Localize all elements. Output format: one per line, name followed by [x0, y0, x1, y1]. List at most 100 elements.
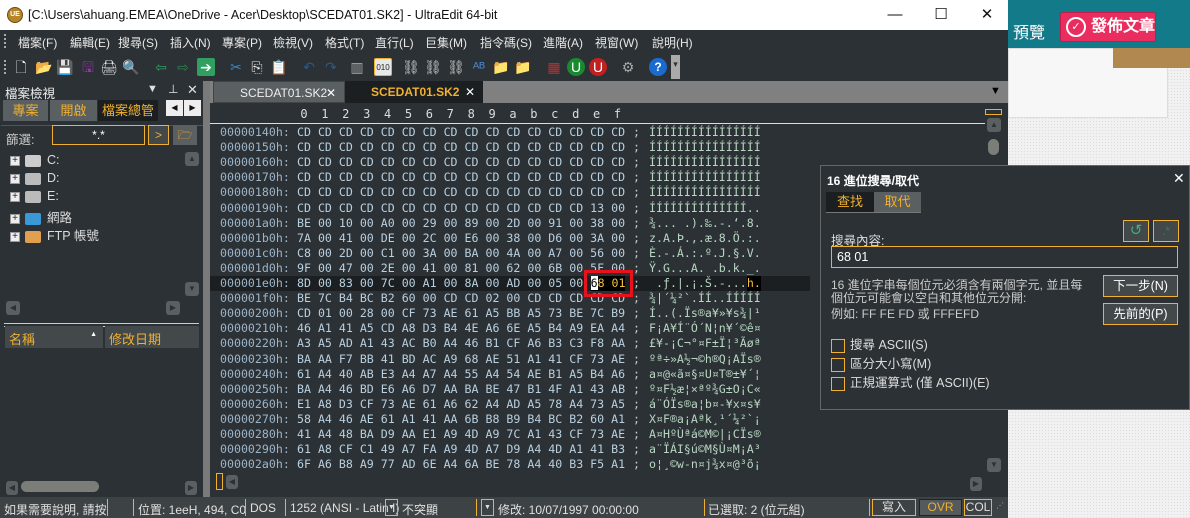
list-scroll-left[interactable]: ◀: [6, 481, 18, 495]
row-ascii[interactable]: ÍÍÍÍÍÍÍÍÍÍÍÍÍÍÍÍ: [649, 155, 761, 170]
hex-row[interactable]: 000001c0h: C8 00 2D 00 C1 00 3A 00 BA 00 …: [210, 246, 810, 261]
menu-item[interactable]: 編輯(E): [70, 34, 110, 51]
hscroll-right[interactable]: ▶: [970, 477, 982, 491]
row-hex-bytes[interactable]: BA AA F7 BB 41 BD AC A9 68 AE 51 A1 41 C…: [297, 352, 625, 367]
hex-row[interactable]: 00000210h: 46 A1 41 A5 CD A8 D3 B4 4E A6 …: [210, 321, 810, 336]
write-mode-button[interactable]: 寫入: [872, 499, 916, 516]
close-button[interactable]: ✕: [964, 0, 1010, 30]
row-hex-bytes[interactable]: 46 A1 41 A5 CD A8 D3 B4 4E A6 6E A5 B4 A…: [297, 321, 625, 336]
dialog-close-icon[interactable]: ✕: [1173, 170, 1185, 187]
row-ascii[interactable]: ¾|´¼²`.ÍÍ..ÍÍÍÍÍ: [649, 291, 761, 306]
hex-row[interactable]: 000002a0h: 6F A6 B8 A9 77 AD 6E A4 6A BE …: [210, 457, 810, 470]
tab-find[interactable]: 查找: [826, 192, 874, 212]
regex-icon[interactable]: .*: [1153, 220, 1179, 242]
menu-item[interactable]: 指令碼(S): [480, 34, 532, 51]
replace-in-files-icon[interactable]: 📁: [514, 58, 532, 76]
menu-item[interactable]: 巨集(M): [425, 34, 467, 51]
uf-icon[interactable]: U: [567, 58, 585, 76]
find-next-button[interactable]: 下一步(N): [1103, 275, 1178, 297]
hex-row[interactable]: 000001f0h: BE 7C B4 BC B2 60 00 CD CD 02 …: [210, 291, 810, 306]
hex-row[interactable]: 00000270h: 58 A4 46 AE 61 A1 41 AA 6B B8 …: [210, 412, 810, 427]
split-handle[interactable]: [985, 109, 1002, 115]
browse-folder-button[interactable]: 🗁: [173, 125, 197, 145]
find-icon[interactable]: ⛓: [402, 58, 420, 76]
tree-scroll-up[interactable]: ▲: [185, 152, 199, 166]
publish-button[interactable]: ✓ 發佈文章: [1060, 12, 1156, 42]
hex-row[interactable]: 00000260h: E1 A8 D3 CF 73 AE 61 A6 62 A4 …: [210, 397, 810, 412]
redo-icon[interactable]: ↷: [322, 58, 340, 76]
column-mode-icon[interactable]: ▥: [348, 58, 366, 76]
panel-close-icon[interactable]: ✕: [187, 82, 198, 98]
forward-icon[interactable]: ⇨: [174, 58, 192, 76]
filter-input[interactable]: [52, 125, 145, 145]
row-ascii[interactable]: ÍÍÍÍÍÍÍÍÍÍÍÍÍÍÍÍ: [649, 185, 761, 200]
menu-item[interactable]: 檔案(F): [18, 34, 57, 51]
menu-item[interactable]: 搜尋(S): [118, 34, 158, 51]
match-case-checkbox[interactable]: 區分大小寫(M): [831, 353, 931, 372]
pin-icon[interactable]: ⊥: [168, 82, 178, 96]
row-ascii[interactable]: È.-.Á.:.º.J.§.V.: [649, 246, 761, 261]
expand-icon[interactable]: +: [10, 155, 20, 166]
settings-icon[interactable]: ⚙: [619, 58, 637, 76]
find-next-icon[interactable]: ⛓: [447, 58, 465, 76]
row-hex-bytes[interactable]: CD CD CD CD CD CD CD CD CD CD CD CD CD C…: [297, 170, 625, 185]
row-hex-bytes[interactable]: CD 01 00 28 00 CF 73 AE 61 A5 BB A5 73 B…: [297, 306, 625, 321]
print-preview-icon[interactable]: 🔍: [122, 58, 140, 76]
row-ascii[interactable]: a¨ÏÁI§ú©M§Ù¤M¡A³: [649, 442, 761, 457]
hex-row[interactable]: 00000200h: CD 01 00 28 00 CF 73 AE 61 A5 …: [210, 306, 810, 321]
tree-item[interactable]: + E:: [10, 189, 59, 207]
tree-item[interactable]: + 網路: [10, 207, 72, 225]
tab-close-icon[interactable]: ✕: [465, 81, 475, 103]
tab-close-icon[interactable]: ✕: [326, 82, 336, 104]
uh-icon[interactable]: U: [589, 58, 607, 76]
hex-row[interactable]: 000001a0h: BE 00 10 00 A0 00 29 00 89 00 …: [210, 216, 810, 231]
menu-item[interactable]: 進階(A): [543, 34, 583, 51]
find-prev-button[interactable]: 先前的(P): [1103, 303, 1178, 325]
panel-menu-icon[interactable]: ▼: [147, 83, 158, 95]
panel-splitter[interactable]: [203, 81, 210, 497]
menu-item[interactable]: 說明(H): [652, 34, 693, 51]
search-input[interactable]: [831, 246, 1178, 268]
row-ascii[interactable]: .ƒ.|.¡.Š.-...h.: [649, 276, 761, 291]
expand-icon[interactable]: +: [10, 191, 20, 202]
checkbox-box[interactable]: [831, 376, 845, 391]
hex-row[interactable]: 00000220h: A3 A5 AD A1 43 AC B0 A4 46 B1 …: [210, 336, 810, 351]
tree-scroll-right[interactable]: ▶: [166, 301, 180, 315]
col-button[interactable]: COL: [964, 499, 992, 516]
tree-scroll-down[interactable]: ▼: [185, 282, 199, 296]
row-hex-bytes[interactable]: 6F A6 B8 A9 77 AD 6E A4 6A BE 78 A4 40 B…: [297, 457, 625, 470]
row-ascii[interactable]: ºª÷»A½¬©h®Q¡AÏs®: [649, 352, 761, 367]
expand-icon[interactable]: +: [10, 231, 20, 242]
menu-item[interactable]: 插入(N): [170, 34, 211, 51]
row-hex-bytes[interactable]: 7A 00 41 00 DE 00 2C 00 E6 00 38 00 D6 0…: [297, 231, 625, 246]
row-ascii[interactable]: Ÿ.G...A. .b.k._.: [649, 261, 761, 276]
save-icon[interactable]: 💾: [56, 58, 74, 76]
replace-icon[interactable]: ᴬᴮ: [470, 58, 488, 76]
hex-row[interactable]: 00000230h: BA AA F7 BB 41 BD AC A9 68 AE …: [210, 352, 810, 367]
row-hex-bytes[interactable]: 61 A8 CF C1 49 A7 FA A9 4D A7 D9 A4 4D A…: [297, 442, 625, 457]
save-as-icon[interactable]: 🖫: [79, 58, 97, 76]
row-ascii[interactable]: ¾... .).‰.-.‘.8.: [649, 216, 761, 231]
row-hex-bytes[interactable]: CD CD CD CD CD CD CD CD CD CD CD CD CD C…: [297, 201, 625, 216]
row-ascii[interactable]: ÍÍÍÍÍÍÍÍÍÍÍÍÍÍ..: [649, 201, 761, 216]
hex-row[interactable]: 00000170h: CD CD CD CD CD CD CD CD CD CD …: [210, 170, 810, 185]
hex-row[interactable]: 00000180h: CD CD CD CD CD CD CD CD CD CD …: [210, 185, 810, 200]
editor-tab-2[interactable]: SCEDAT01.SK2 ✕: [345, 81, 483, 103]
preview-link[interactable]: 預覽: [1013, 19, 1045, 43]
row-ascii[interactable]: a¤@«ã¤§¤U¤T®±¥´¦: [649, 367, 761, 382]
row-hex-bytes[interactable]: 58 A4 46 AE 61 A1 41 AA 6B B8 B9 B4 BC B…: [297, 412, 625, 427]
tree-item[interactable]: + C:: [10, 153, 60, 171]
status-highlight[interactable]: 不突顯: [402, 501, 438, 518]
row-ascii[interactable]: ÍÍÍÍÍÍÍÍÍÍÍÍÍÍÍÍ: [649, 140, 761, 155]
row-hex-bytes[interactable]: E1 A8 D3 CF 73 AE 61 A6 62 A4 AD A5 78 A…: [297, 397, 625, 412]
hex-row[interactable]: 00000150h: CD CD CD CD CD CD CD CD CD CD …: [210, 140, 810, 155]
row-hex-bytes[interactable]: 8D 00 83 00 7C 00 A1 00 8A 00 AD 00 05 0…: [297, 276, 625, 291]
undo-icon[interactable]: ↶: [300, 58, 318, 76]
find-in-files-icon[interactable]: 📁: [492, 58, 510, 76]
row-ascii[interactable]: X¤F®a¡Aªk¸¹´¼²`¡: [649, 412, 761, 427]
checkbox-box[interactable]: [831, 357, 845, 372]
maximize-button[interactable]: ☐: [918, 0, 964, 30]
minimize-button[interactable]: —: [872, 0, 918, 30]
row-ascii[interactable]: á¨ÓÏs®a¦b¤-¥x¤s¥: [649, 397, 761, 412]
tab-scroll-right[interactable]: ▶: [184, 100, 201, 116]
